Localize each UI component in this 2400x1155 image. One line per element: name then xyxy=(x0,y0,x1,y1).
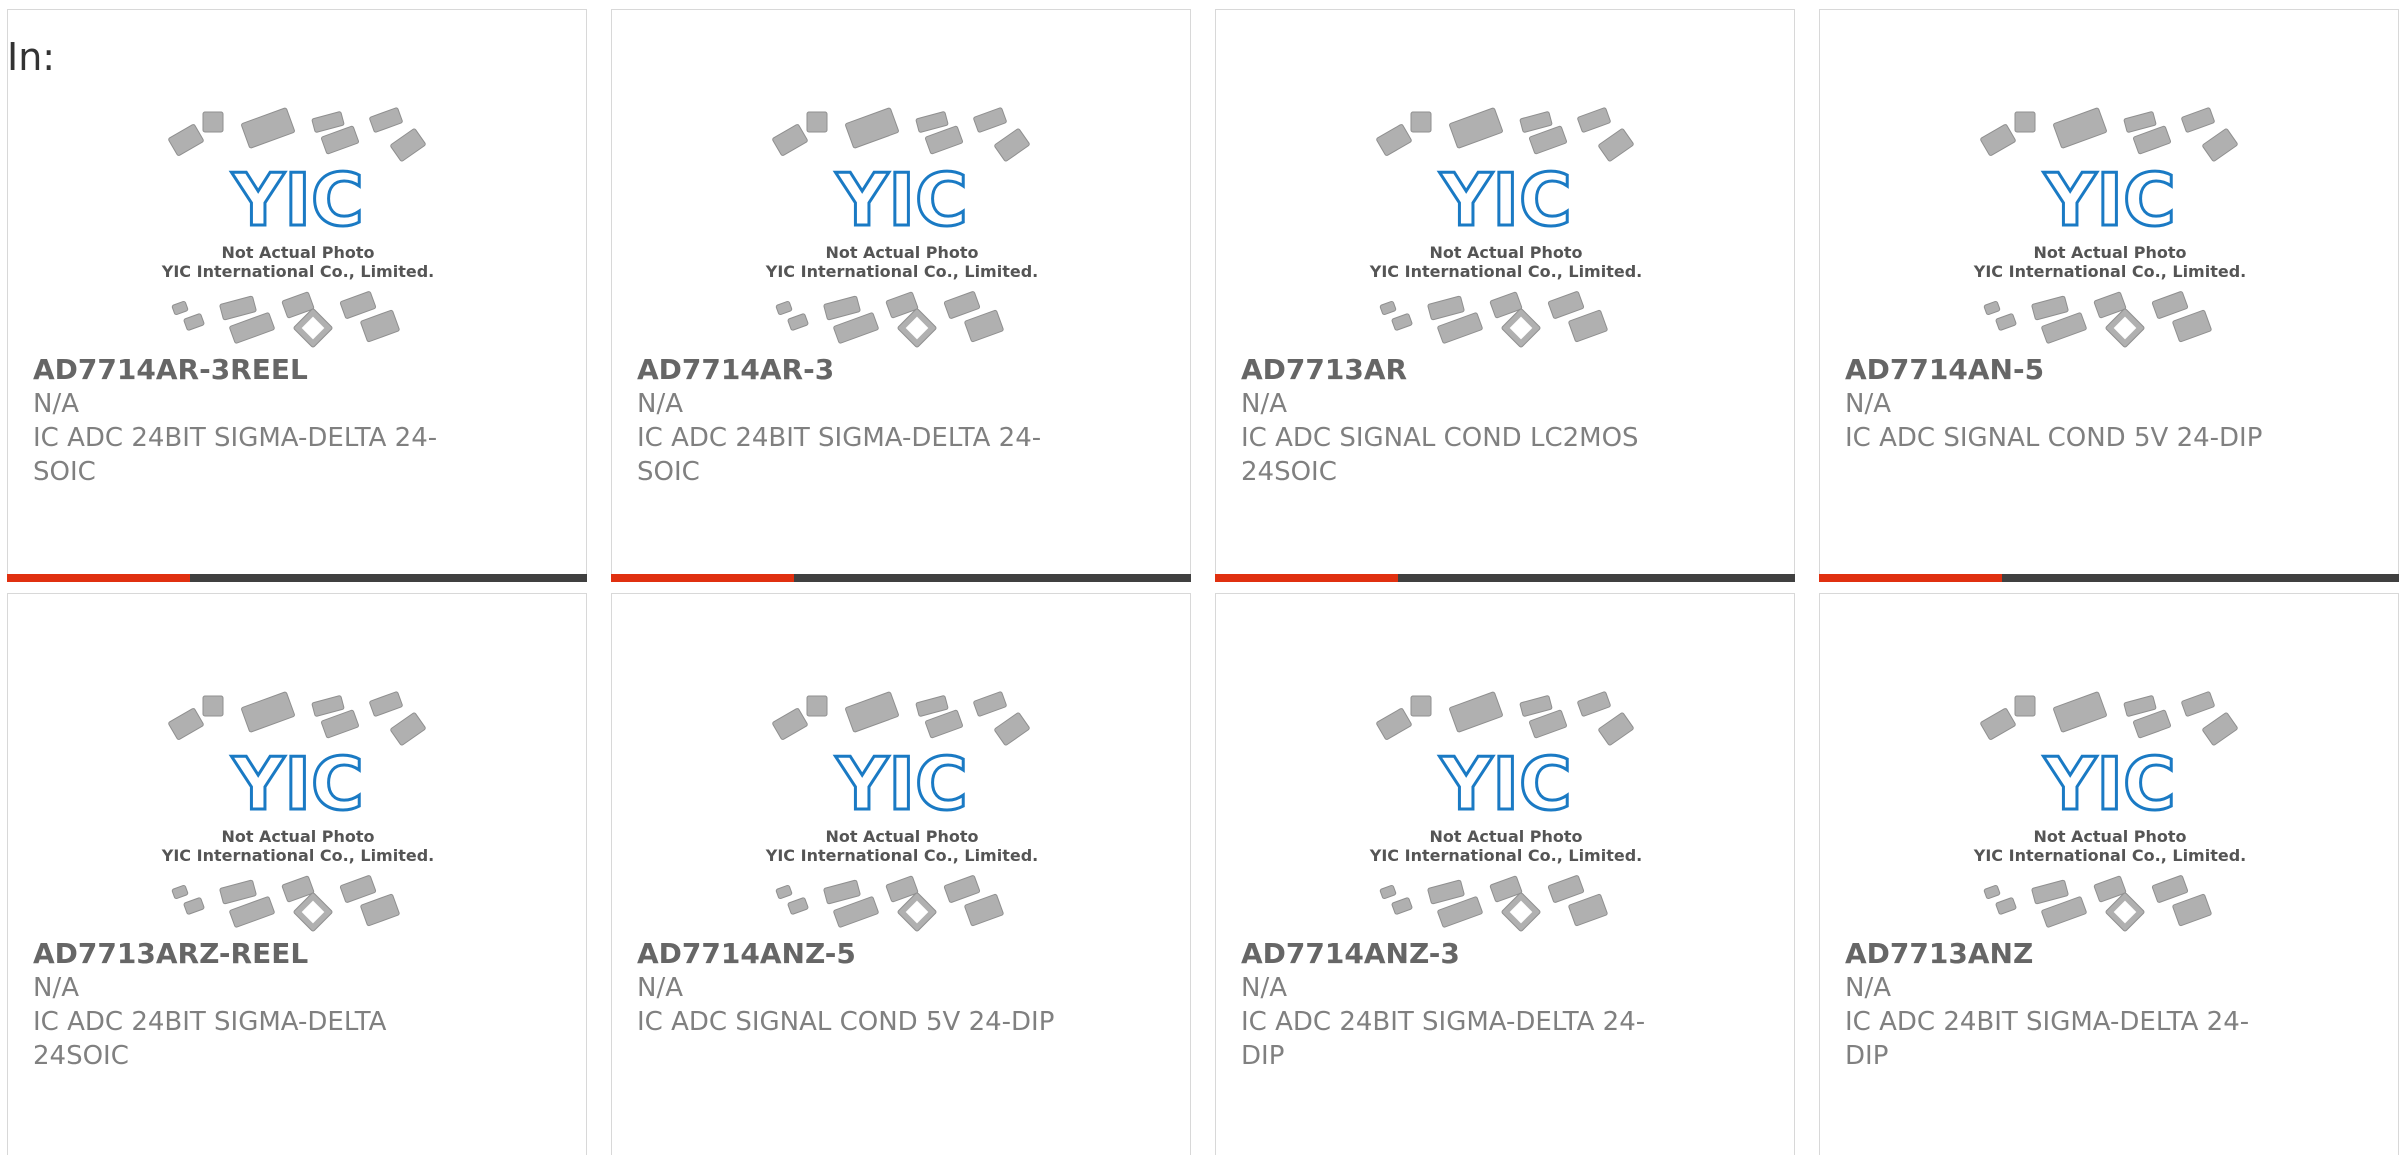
product-image[interactable]: YIC Not Actual Photo YIC International Co.… xyxy=(762,684,1042,934)
product-info: AD7714AR-3REEL N/A IC ADC 24BIT SIGMA-DE… xyxy=(33,353,473,489)
part-number[interactable]: AD7713ARZ-REEL xyxy=(33,937,473,971)
placeholder-caption-1: Not Actual Photo xyxy=(2033,243,2186,262)
product-image[interactable]: YIC Not Actual Photo YIC International Co.… xyxy=(1366,100,1646,350)
yic-logo: YIC xyxy=(2043,158,2176,242)
description: IC ADC 24BIT SIGMA-DELTA 24-DIP xyxy=(1845,1007,2250,1071)
placeholder-caption-1: Not Actual Photo xyxy=(221,243,374,262)
description: IC ADC 24BIT SIGMA-DELTA 24-SOIC xyxy=(637,423,1042,487)
product-info: AD7714AR-3 N/A IC ADC 24BIT SIGMA-DELTA … xyxy=(637,353,1077,489)
yic-logo: YIC xyxy=(231,742,364,826)
product-image[interactable]: YIC Not Actual Photo YIC International Co.… xyxy=(158,684,438,934)
card-footer-bar xyxy=(7,574,587,582)
product-info: AD7714AN-5 N/A IC ADC SIGNAL COND 5V 24-… xyxy=(1845,353,2285,455)
card-footer-bar xyxy=(1215,574,1795,582)
product-info: AD7713AR N/A IC ADC SIGNAL COND LC2MOS 2… xyxy=(1241,353,1681,489)
product-image[interactable]: YIC Not Actual Photo YIC International Co.… xyxy=(1366,684,1646,934)
description: IC ADC SIGNAL COND 5V 24-DIP xyxy=(1845,423,2263,453)
product-card[interactable]: YIC Not Actual Photo YIC International Co.… xyxy=(7,9,587,582)
card-footer-accent xyxy=(611,574,794,582)
yic-logo: YIC xyxy=(231,158,364,242)
part-number[interactable]: AD7714AN-5 xyxy=(1845,353,2285,387)
placeholder-caption-1: Not Actual Photo xyxy=(825,243,978,262)
part-number[interactable]: AD7713AR xyxy=(1241,353,1681,387)
product-image[interactable]: YIC Not Actual Photo YIC International Co.… xyxy=(158,100,438,350)
product-card[interactable]: YIC Not Actual Photo YIC International Co.… xyxy=(1215,593,1795,1155)
placeholder-caption-2: YIC International Co., Limited. xyxy=(161,262,434,281)
product-info: AD7713ARZ-REEL N/A IC ADC 24BIT SIGMA-DE… xyxy=(33,937,473,1073)
placeholder-caption-1: Not Actual Photo xyxy=(1429,243,1582,262)
product-info: AD7714ANZ-5 N/A IC ADC SIGNAL COND 5V 24… xyxy=(637,937,1077,1039)
description: IC ADC 24BIT SIGMA-DELTA 24-DIP xyxy=(1241,1007,1646,1071)
product-card[interactable]: YIC Not Actual Photo YIC International Co.… xyxy=(1215,9,1795,582)
part-number[interactable]: AD7714ANZ-5 xyxy=(637,937,1077,971)
product-image[interactable]: YIC Not Actual Photo YIC International Co.… xyxy=(1970,684,2250,934)
manufacturer: N/A xyxy=(33,973,79,1003)
placeholder-caption-2: YIC International Co., Limited. xyxy=(765,846,1038,865)
product-image[interactable]: YIC Not Actual Photo YIC International Co.… xyxy=(762,100,1042,350)
placeholder-caption-2: YIC International Co., Limited. xyxy=(1369,846,1642,865)
placeholder-caption-1: Not Actual Photo xyxy=(825,827,978,846)
part-number[interactable]: AD7714AR-3 xyxy=(637,353,1077,387)
card-footer-accent xyxy=(1819,574,2002,582)
yic-logo: YIC xyxy=(1439,158,1572,242)
product-grid: YIC Not Actual Photo YIC International Co.… xyxy=(7,9,2399,1155)
product-card[interactable]: YIC Not Actual Photo YIC International Co.… xyxy=(7,593,587,1155)
product-card[interactable]: YIC Not Actual Photo YIC International Co.… xyxy=(611,9,1191,582)
placeholder-caption-2: YIC International Co., Limited. xyxy=(161,846,434,865)
card-footer-bar xyxy=(611,574,1191,582)
description: IC ADC 24BIT SIGMA-DELTA 24SOIC xyxy=(33,1007,387,1071)
description: IC ADC SIGNAL COND LC2MOS 24SOIC xyxy=(1241,423,1639,487)
placeholder-caption-1: Not Actual Photo xyxy=(221,827,374,846)
manufacturer: N/A xyxy=(637,973,683,1003)
description: IC ADC SIGNAL COND 5V 24-DIP xyxy=(637,1007,1055,1037)
page: In: YIC Not Actual Photo YIC International… xyxy=(0,0,2400,1155)
yic-logo: YIC xyxy=(835,742,968,826)
part-number[interactable]: AD7714ANZ-3 xyxy=(1241,937,1681,971)
yic-logo: YIC xyxy=(1439,742,1572,826)
manufacturer: N/A xyxy=(1241,389,1287,419)
product-info: AD7714ANZ-3 N/A IC ADC 24BIT SIGMA-DELTA… xyxy=(1241,937,1681,1073)
placeholder-caption-2: YIC International Co., Limited. xyxy=(765,262,1038,281)
part-number[interactable]: AD7713ANZ xyxy=(1845,937,2285,971)
yic-logo: YIC xyxy=(2043,742,2176,826)
placeholder-caption-1: Not Actual Photo xyxy=(2033,827,2186,846)
card-footer-bar xyxy=(1819,574,2399,582)
product-card[interactable]: YIC Not Actual Photo YIC International Co.… xyxy=(1819,9,2399,582)
placeholder-caption-2: YIC International Co., Limited. xyxy=(1973,846,2246,865)
manufacturer: N/A xyxy=(637,389,683,419)
yic-logo: YIC xyxy=(835,158,968,242)
placeholder-caption-2: YIC International Co., Limited. xyxy=(1369,262,1642,281)
card-footer-accent xyxy=(1215,574,1398,582)
placeholder-caption-1: Not Actual Photo xyxy=(1429,827,1582,846)
product-info: AD7713ANZ N/A IC ADC 24BIT SIGMA-DELTA 2… xyxy=(1845,937,2285,1073)
manufacturer: N/A xyxy=(1845,389,1891,419)
product-card[interactable]: YIC Not Actual Photo YIC International Co.… xyxy=(1819,593,2399,1155)
product-card[interactable]: YIC Not Actual Photo YIC International Co.… xyxy=(611,593,1191,1155)
product-image[interactable]: YIC Not Actual Photo YIC International Co.… xyxy=(1970,100,2250,350)
card-footer-accent xyxy=(7,574,190,582)
description: IC ADC 24BIT SIGMA-DELTA 24-SOIC xyxy=(33,423,438,487)
manufacturer: N/A xyxy=(33,389,79,419)
in-label: In: xyxy=(7,35,56,79)
manufacturer: N/A xyxy=(1241,973,1287,1003)
placeholder-caption-2: YIC International Co., Limited. xyxy=(1973,262,2246,281)
part-number[interactable]: AD7714AR-3REEL xyxy=(33,353,473,387)
manufacturer: N/A xyxy=(1845,973,1891,1003)
